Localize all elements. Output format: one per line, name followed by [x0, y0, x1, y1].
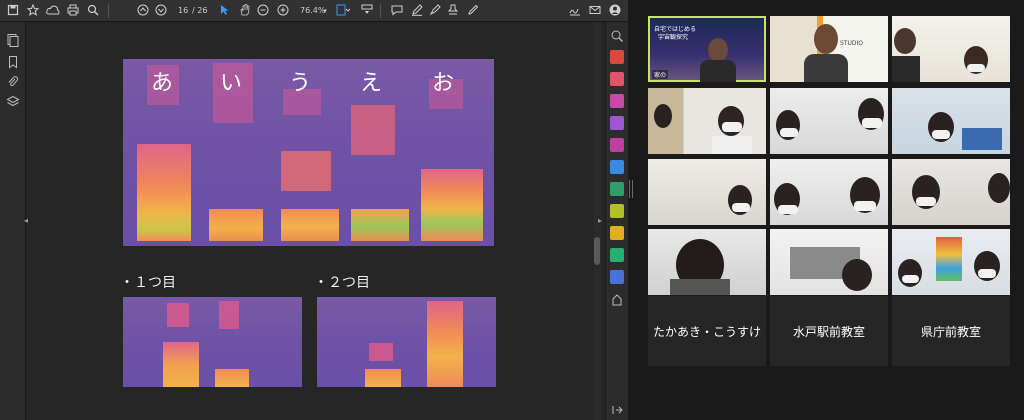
page-fit-icon[interactable]	[336, 3, 350, 19]
video-tile-5[interactable]	[770, 88, 888, 154]
save-icon[interactable]	[6, 3, 20, 19]
vowel-spectrogram: あ い う え お	[123, 59, 494, 246]
vowel-label-i: い	[219, 71, 242, 96]
banner-title-line2: 宇宙観探究	[658, 34, 689, 41]
spectrogram-first	[123, 297, 302, 387]
comment-tool-icon[interactable]	[610, 116, 624, 130]
studio-label: STUDIO	[840, 40, 863, 47]
vowel-label-u: う	[288, 71, 311, 96]
tools-rail	[605, 22, 628, 420]
account-icon[interactable]	[608, 3, 622, 19]
comment-note-icon[interactable]	[610, 226, 624, 240]
scroll-mode-icon[interactable]	[360, 3, 374, 19]
video-tile-8[interactable]	[770, 159, 888, 225]
banner-title-line1: 自宅ではじめる	[654, 26, 697, 33]
vowel-label-o: お	[431, 71, 454, 96]
participant-name-tile[interactable]: たかあき・こうすけ	[648, 296, 766, 366]
expand-panel-icon[interactable]	[610, 402, 624, 416]
combine-files-icon[interactable]	[610, 182, 624, 196]
spectrogram-second	[317, 297, 496, 387]
split-divider-handle[interactable]	[629, 180, 633, 198]
pdf-toolbar: 16 / 26 76.4% ▾	[0, 0, 628, 22]
video-tile-4[interactable]	[648, 88, 766, 154]
page-number-input[interactable]: 16	[178, 3, 188, 19]
highlighter-icon[interactable]	[428, 3, 442, 19]
video-tile-11[interactable]	[770, 229, 888, 295]
left-navigation-rail	[0, 22, 26, 420]
layers-icon[interactable]	[6, 94, 20, 108]
scan-ocr-icon[interactable]	[610, 204, 624, 218]
edit-pdf-icon[interactable]	[610, 94, 624, 108]
video-tile-3[interactable]	[892, 16, 1010, 82]
pages-thumbnail-icon[interactable]	[6, 32, 20, 47]
export-pdf-icon[interactable]	[610, 50, 624, 64]
video-tile-12[interactable]	[892, 229, 1010, 295]
hand-tool-icon[interactable]	[238, 3, 252, 19]
caption-first: ・１つ目	[120, 275, 176, 291]
screen: 16 / 26 76.4% ▾ ◂ あ い う え お ・１つ目 ・２つ目 ▸ …	[0, 0, 1024, 420]
video-tile-host[interactable]: 自宅ではじめる 宇宙観探究 家の	[648, 16, 766, 82]
draw-pencil-icon[interactable]	[466, 3, 480, 19]
video-tile-9[interactable]	[892, 159, 1010, 225]
sign-icon[interactable]	[568, 3, 582, 19]
video-tile-7[interactable]	[648, 159, 766, 225]
print-icon[interactable]	[66, 3, 80, 19]
participant-name-tile[interactable]: 県庁前教室	[892, 296, 1010, 366]
organize-pages-icon[interactable]	[610, 160, 624, 174]
cloud-upload-icon[interactable]	[46, 3, 60, 19]
pen-icon[interactable]	[410, 3, 424, 19]
zoom-search-icon[interactable]	[86, 3, 100, 19]
print-production-icon[interactable]	[610, 248, 624, 262]
bookmark-star-icon[interactable]	[26, 3, 40, 19]
scrollbar-thumb[interactable]	[594, 237, 600, 265]
select-cursor-icon[interactable]	[218, 3, 232, 19]
collapse-left-panel-icon[interactable]: ◂	[24, 214, 30, 228]
zoom-in-icon[interactable]	[276, 3, 290, 19]
video-tile-6[interactable]	[892, 88, 1010, 154]
attachment-icon[interactable]	[6, 74, 20, 88]
protect-icon[interactable]	[610, 270, 624, 284]
page-down-icon[interactable]	[154, 3, 168, 19]
chevron-down-icon[interactable]: ▾	[318, 3, 332, 19]
video-tile-10[interactable]	[648, 229, 766, 295]
host-name-badge: 家の	[652, 70, 669, 79]
pdf-viewer: 16 / 26 76.4% ▾ ◂ あ い う え お ・１つ目 ・２つ目 ▸	[0, 0, 628, 420]
zoom-out-icon[interactable]	[256, 3, 270, 19]
caption-second: ・２つ目	[314, 275, 370, 291]
page-up-icon[interactable]	[136, 3, 150, 19]
fill-sign-icon[interactable]	[610, 138, 624, 152]
bookmark-icon[interactable]	[6, 54, 20, 69]
search-zoom-icon[interactable]	[610, 28, 624, 42]
stamp-icon[interactable]	[446, 3, 460, 19]
video-tile-2[interactable]: STUDIO	[770, 16, 888, 82]
page-total: / 26	[192, 6, 208, 15]
more-tools-icon[interactable]	[610, 292, 624, 306]
vowel-label-a: あ	[150, 71, 173, 96]
pdf-page: あ い う え お ・１つ目 ・２つ目	[32, 22, 593, 420]
participant-name-tile[interactable]: 水戸駅前教室	[770, 296, 888, 366]
create-pdf-icon[interactable]	[610, 72, 624, 86]
vowel-label-e: え	[359, 71, 382, 96]
mail-icon[interactable]	[588, 3, 602, 19]
comment-icon[interactable]	[390, 3, 404, 19]
